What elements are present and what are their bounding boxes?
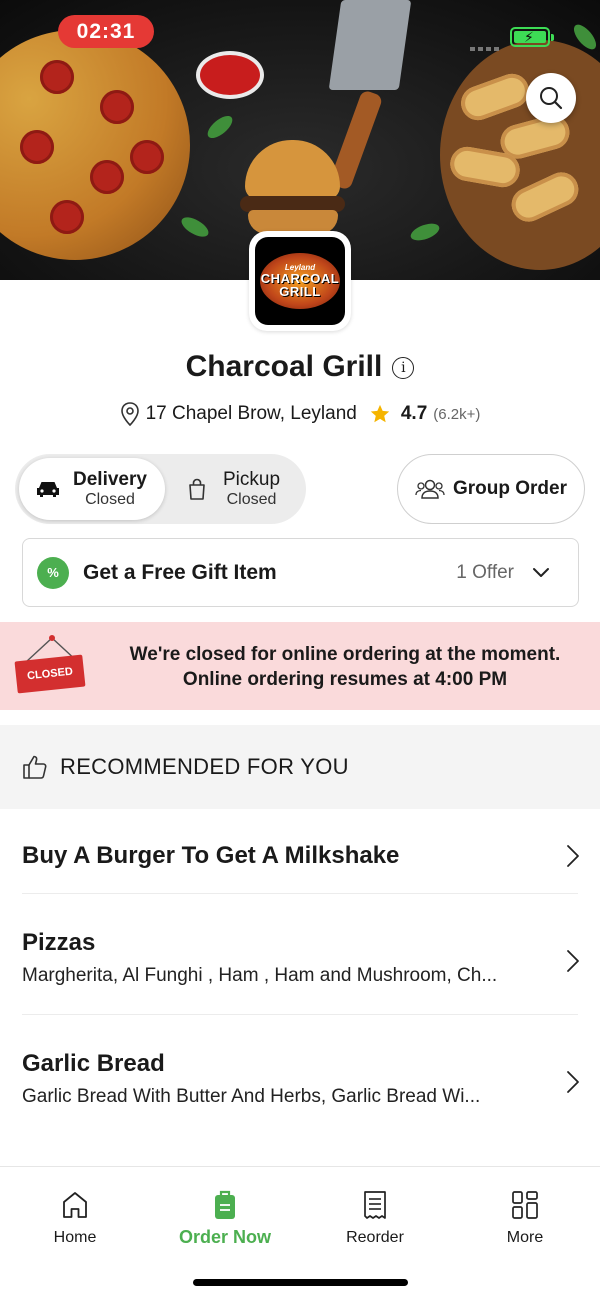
grid-icon xyxy=(512,1191,538,1219)
pizza-image xyxy=(0,30,190,260)
category-row[interactable]: Pizzas Margherita, Al Funghi , Ham , Ham… xyxy=(0,929,600,987)
offer-card[interactable]: % Get a Free Gift Item 1 Offer xyxy=(22,538,579,607)
category-row[interactable]: Buy A Burger To Get A Milkshake xyxy=(0,842,600,870)
delivery-label: Delivery xyxy=(73,468,147,490)
home-icon xyxy=(63,1192,87,1218)
home-indicator xyxy=(193,1279,408,1286)
shopping-bag-icon xyxy=(189,478,205,500)
discount-badge-icon: % xyxy=(37,556,69,589)
nav-home[interactable]: Home xyxy=(0,1189,150,1247)
nav-more-label: More xyxy=(506,1229,544,1246)
category-title: Buy A Burger To Get A Milkshake xyxy=(22,842,400,869)
recommended-header: RECOMMENDED FOR YOU xyxy=(0,725,600,809)
signal-icon xyxy=(470,38,504,51)
search-icon xyxy=(540,87,563,110)
location-pin-icon xyxy=(120,402,139,426)
status-time: 02:31 xyxy=(58,15,154,48)
star-icon xyxy=(370,404,390,423)
delivery-status: Closed xyxy=(85,490,135,508)
restaurant-name-row: Charcoal Grill i xyxy=(0,350,600,384)
order-mode-toggle: Delivery Closed Pickup Closed xyxy=(15,454,306,524)
receipt-icon xyxy=(364,1191,386,1219)
nav-order-now-label: Order Now xyxy=(178,1227,271,1247)
chevron-right-icon xyxy=(567,1071,579,1093)
nav-reorder-label: Reorder xyxy=(346,1229,404,1246)
nav-order-now[interactable]: Order Now xyxy=(150,1189,300,1248)
chevron-right-icon xyxy=(567,845,579,867)
closed-sign-icon: CLOSED xyxy=(14,632,88,694)
address-row: 17 Chapel Brow, Leyland 4.7 (6.2k+) xyxy=(0,402,600,426)
nav-more[interactable]: More xyxy=(450,1189,600,1247)
info-icon[interactable]: i xyxy=(392,357,415,379)
pickup-status: Closed xyxy=(226,490,277,508)
recommended-title: RECOMMENDED FOR YOU xyxy=(60,754,349,779)
closed-message-line2: Online ordering resumes at 4:00 PM xyxy=(182,669,508,690)
offer-count: 1 Offer xyxy=(456,561,514,583)
nav-reorder[interactable]: Reorder xyxy=(300,1189,450,1247)
category-subtitle: Margherita, Al Funghi , Ham , Ham and Mu… xyxy=(22,965,498,986)
burger-image xyxy=(245,140,340,200)
chevron-right-icon xyxy=(567,950,579,972)
cleaver-image xyxy=(328,0,412,90)
pickup-option[interactable]: Pickup Closed xyxy=(177,458,302,520)
thumbs-up-icon xyxy=(23,755,47,779)
category-subtitle: Garlic Bread With Butter And Herbs, Garl… xyxy=(22,1086,481,1107)
category-title: Garlic Bread xyxy=(22,1050,165,1077)
garlic-bread-image xyxy=(440,40,600,270)
divider xyxy=(22,893,578,894)
group-order-button[interactable]: Group Order xyxy=(397,454,585,524)
rating-count: (6.2k+) xyxy=(433,405,481,423)
restaurant-address: 17 Chapel Brow, Leyland xyxy=(145,403,357,424)
pickup-label: Pickup xyxy=(223,468,281,490)
restaurant-name: Charcoal Grill xyxy=(185,350,383,383)
logo-line2: GRILL xyxy=(279,284,321,299)
divider xyxy=(22,1014,578,1015)
closed-sign-text: CLOSED xyxy=(14,654,86,694)
closed-message-line1: We're closed for online ordering at the … xyxy=(129,644,561,665)
order-bag-icon xyxy=(215,1190,235,1219)
battery-icon: ⚡ xyxy=(510,27,554,47)
search-button[interactable] xyxy=(526,73,576,123)
restaurant-logo: Leyland CHARCOAL GRILL xyxy=(249,231,351,331)
rating-value: 4.7 xyxy=(400,403,428,424)
chevron-down-icon xyxy=(533,567,549,577)
delivery-option[interactable]: Delivery Closed xyxy=(19,458,165,520)
category-row[interactable]: Garlic Bread Garlic Bread With Butter An… xyxy=(0,1050,600,1108)
offer-title: Get a Free Gift Item xyxy=(83,560,277,584)
group-order-label: Group Order xyxy=(452,478,567,499)
ketchup-bowl-image xyxy=(200,55,260,95)
group-icon xyxy=(415,479,445,499)
car-icon xyxy=(37,482,59,497)
nav-home-label: Home xyxy=(53,1229,97,1246)
category-title: Pizzas xyxy=(22,929,96,956)
closed-banner: CLOSED We're closed for online ordering … xyxy=(0,622,600,710)
